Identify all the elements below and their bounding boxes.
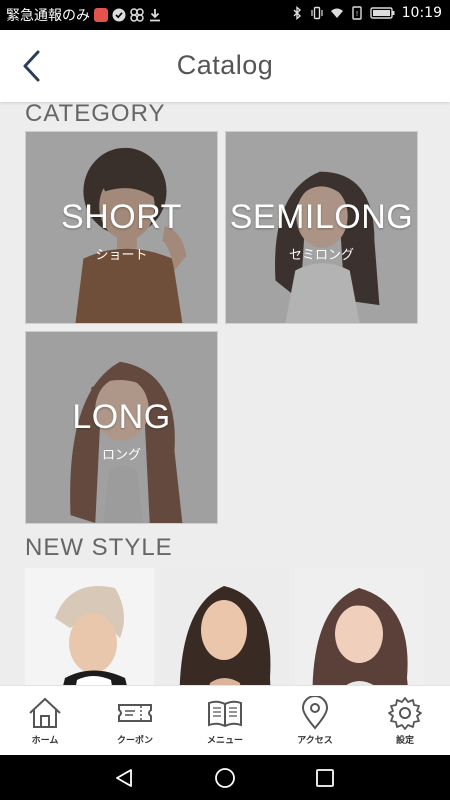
nav-coupon[interactable]: クーポン: [90, 686, 180, 755]
tile-title-jp: セミロング: [288, 248, 354, 263]
tile-title-en: LONG: [72, 398, 171, 436]
tile-title-jp: ロング: [101, 448, 141, 463]
svg-text:!: !: [355, 10, 358, 18]
category-tile-long[interactable]: LONG ロング: [25, 331, 218, 524]
nav-settings[interactable]: 設定: [360, 686, 450, 755]
ticket-icon: [118, 704, 152, 722]
battery-icon: [369, 7, 395, 19]
nav-access[interactable]: アクセス: [270, 686, 360, 755]
page-title: Catalog: [176, 50, 274, 80]
clock: 10:19: [401, 5, 442, 21]
map-pin-icon: [301, 696, 329, 730]
fan-icon: [130, 8, 144, 22]
bluetooth-icon: [293, 6, 301, 20]
mail-badge-icon: [94, 8, 108, 22]
tile-title-en: SEMILONG: [229, 198, 414, 236]
status-right: ! 10:19: [290, 5, 442, 21]
nav-label: メニュー: [206, 736, 243, 746]
sim-icon: !: [351, 6, 362, 20]
status-bar: 緊急通報のみ ! 10:19: [0, 0, 450, 30]
new-style-heading: NEW STYLE: [25, 534, 173, 561]
nav-label: ホーム: [31, 736, 59, 746]
carrier-text: 緊急通報のみ: [6, 8, 90, 24]
recents-square-icon[interactable]: [314, 767, 336, 789]
home-circle-icon[interactable]: [214, 767, 236, 789]
book-icon: [208, 700, 242, 728]
nav-label: クーポン: [116, 736, 153, 746]
status-left: 緊急通報のみ: [6, 5, 162, 25]
tile-title-en: SHORT: [61, 198, 182, 236]
nav-home[interactable]: ホーム: [0, 686, 90, 755]
nav-label: アクセス: [297, 736, 333, 746]
nav-menu[interactable]: メニュー: [180, 686, 270, 755]
category-tile-semilong[interactable]: SEMILONG セミロング: [225, 131, 418, 324]
vibrate-icon: [311, 6, 323, 20]
back-triangle-icon[interactable]: [113, 767, 135, 789]
system-nav-bar: [0, 755, 450, 800]
tile-title-jp: ショート: [95, 248, 148, 263]
app-screen: Catalog CATEGORY SHORT ショート SEMILONG セミロ: [0, 30, 450, 755]
wifi-icon: [330, 8, 343, 18]
bottom-nav: ホーム クーポン メニュー アクセス 設定: [0, 685, 450, 755]
download-icon: [150, 9, 160, 22]
home-icon: [29, 697, 61, 728]
gear-icon: [388, 697, 422, 730]
app-header: Catalog: [0, 30, 450, 102]
category-heading: CATEGORY: [25, 100, 166, 127]
check-badge-icon: [112, 8, 126, 22]
nav-label: 設定: [395, 736, 414, 746]
category-tile-short[interactable]: SHORT ショート: [25, 131, 218, 324]
